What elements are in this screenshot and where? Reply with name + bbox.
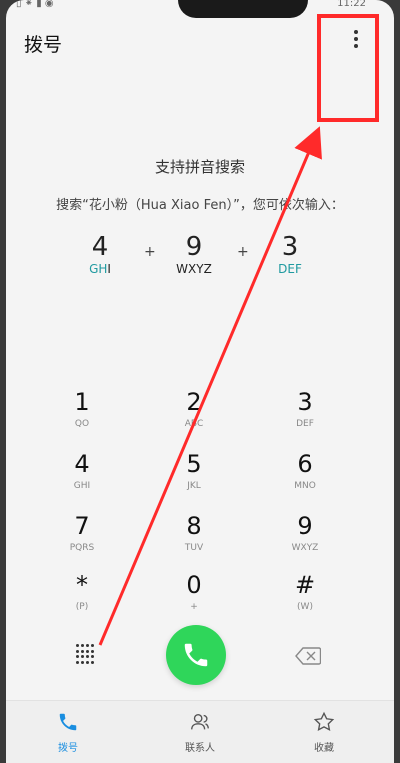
annotation-arrow-icon xyxy=(98,126,322,646)
